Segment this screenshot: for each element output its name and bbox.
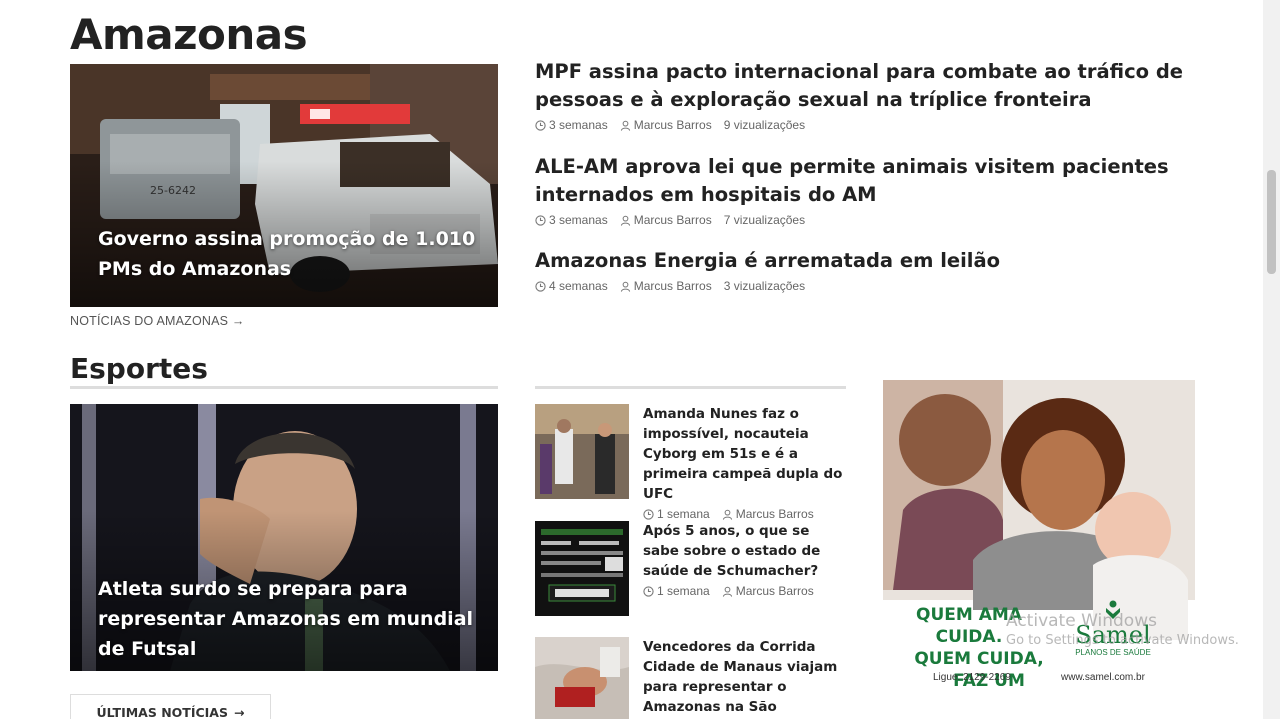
article-meta: 3 semanas Marcus Barros 9 vizualizações xyxy=(535,118,1195,132)
article-author[interactable]: Marcus Barros xyxy=(634,213,712,227)
clock-icon xyxy=(643,508,654,520)
headline-item[interactable]: MPF assina pacto internacional para comb… xyxy=(535,58,1195,132)
ad-slogan-line: QUEM CUIDA, xyxy=(914,649,1044,669)
ad-url: www.samel.com.br xyxy=(1061,672,1145,683)
ad-brand-sub: PLANOS DE SAÚDE xyxy=(1075,648,1151,657)
article-views: 7 vizualizações xyxy=(723,213,806,227)
list-item[interactable]: Após 5 anos, o que se sabe sobre o estad… xyxy=(535,521,845,616)
arrow-right-icon: → xyxy=(233,704,245,719)
watermark-line: Activate Windows xyxy=(1006,611,1157,631)
article-author[interactable]: Marcus Barros xyxy=(634,279,712,293)
clock-icon xyxy=(535,214,546,226)
headline-item[interactable]: Amazonas Energia é arrematada em leilão … xyxy=(535,247,1195,293)
headline-title[interactable]: MPF assina pacto internacional para comb… xyxy=(535,58,1195,114)
section-title-esportes: Esportes xyxy=(70,352,208,385)
article-meta: 3 semanas Marcus Barros 7 vizualizações xyxy=(535,213,1195,227)
list-item[interactable]: Amanda Nunes faz o impossível, nocauteia… xyxy=(535,404,845,521)
amazonas-more-link[interactable]: NOTÍCIAS DO AMAZONAS → xyxy=(70,314,245,328)
clock-icon xyxy=(643,585,654,597)
section-title-amazonas: Amazonas xyxy=(70,10,308,59)
clock-icon xyxy=(535,280,546,292)
windows-activation-watermark: Activate Windows Go to Settings to activ… xyxy=(1006,611,1239,648)
article-time: 3 semanas xyxy=(549,118,608,132)
article-author[interactable]: Marcus Barros xyxy=(736,507,814,521)
watermark-line: Go to Settings to activate Windows. xyxy=(1006,633,1239,648)
latest-news-button[interactable]: ÚLTIMAS NOTÍCIAS → xyxy=(70,694,271,719)
headline-title[interactable]: ALE-AM aprova lei que permite animais vi… xyxy=(535,153,1195,209)
article-thumbnail[interactable] xyxy=(535,521,629,616)
arrow-right-icon: → xyxy=(231,314,245,328)
article-time: 1 semana xyxy=(657,584,710,598)
user-icon xyxy=(620,215,630,226)
headline-title[interactable]: Amazonas Energia é arrematada em leilão xyxy=(535,247,1195,275)
article-meta: 1 semana Marcus Barros xyxy=(643,584,845,598)
article-time: 3 semanas xyxy=(549,213,608,227)
article-meta: 4 semanas Marcus Barros 3 vizualizações xyxy=(535,279,1195,293)
hero-caption[interactable]: Governo assina promoção de 1.010 PMs do … xyxy=(98,224,478,284)
vertical-scrollbar[interactable] xyxy=(1263,0,1280,719)
hero-article-esportes[interactable]: Atleta surdo se prepara para representar… xyxy=(70,404,498,671)
list-item[interactable]: Vencedores da Corrida Cidade de Manaus v… xyxy=(535,637,845,719)
hero-article-amazonas[interactable]: 25-6242 Governo assina promoção de 1.010… xyxy=(70,64,498,307)
list-item-title[interactable]: Após 5 anos, o que se sabe sobre o estad… xyxy=(643,521,845,581)
latest-news-label[interactable]: ÚLTIMAS NOTÍCIAS xyxy=(97,705,228,719)
user-icon xyxy=(722,586,732,597)
list-item-title[interactable]: Amanda Nunes faz o impossível, nocauteia… xyxy=(643,404,845,504)
article-thumbnail[interactable] xyxy=(535,404,629,499)
user-icon xyxy=(722,509,732,520)
hero-caption[interactable]: Atleta surdo se prepara para representar… xyxy=(98,574,478,664)
article-views: 9 vizualizações xyxy=(723,118,806,132)
section-divider xyxy=(535,386,846,389)
user-icon xyxy=(620,281,630,292)
more-link-label[interactable]: NOTÍCIAS DO AMAZONAS xyxy=(70,314,228,328)
article-thumbnail[interactable] xyxy=(535,637,629,719)
section-divider xyxy=(70,386,498,389)
user-icon xyxy=(620,120,630,131)
article-time: 1 semana xyxy=(657,507,710,521)
clock-icon xyxy=(535,119,546,131)
headline-item[interactable]: ALE-AM aprova lei que permite animais vi… xyxy=(535,153,1195,227)
article-author[interactable]: Marcus Barros xyxy=(736,584,814,598)
ad-phone: Ligue: 2129-2269 xyxy=(933,672,1011,683)
article-views: 3 vizualizações xyxy=(723,279,806,293)
scrollbar-thumb[interactable] xyxy=(1267,170,1276,274)
article-author[interactable]: Marcus Barros xyxy=(634,118,712,132)
article-time: 4 semanas xyxy=(549,279,608,293)
article-meta: 1 semana Marcus Barros xyxy=(643,507,845,521)
list-item-title[interactable]: Vencedores da Corrida Cidade de Manaus v… xyxy=(643,637,845,719)
